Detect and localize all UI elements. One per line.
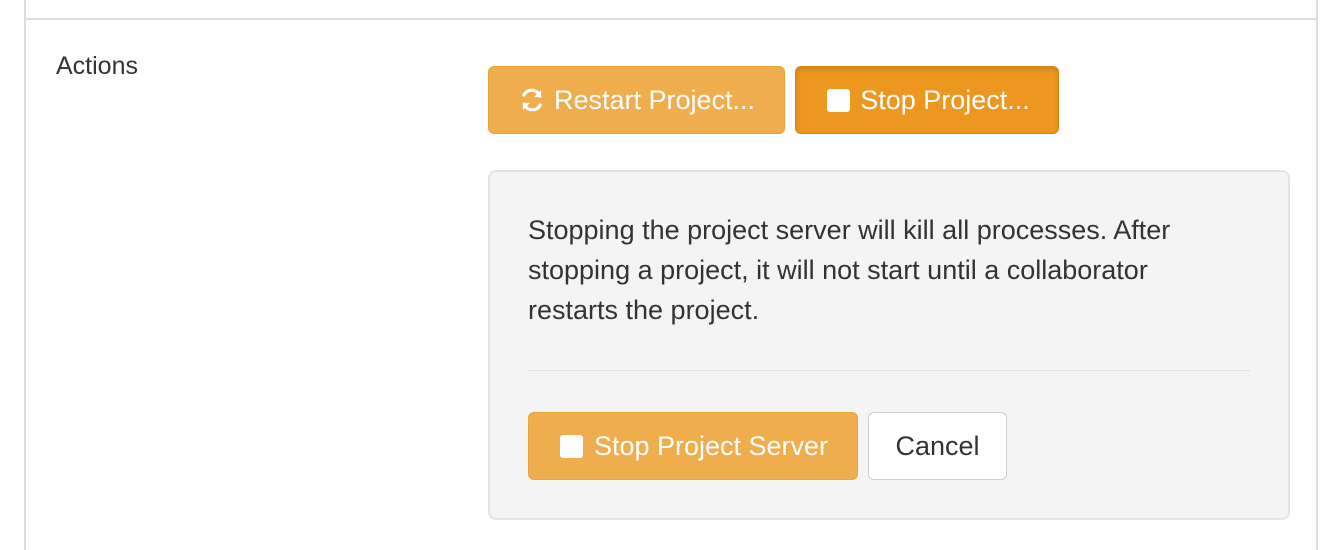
refresh-icon [518,86,546,114]
restart-project-label: Restart Project... [553,84,756,115]
restart-project-button[interactable]: Restart Project... [488,66,785,134]
stop-project-server-button[interactable]: Stop Project Server [528,412,858,480]
stop-project-button[interactable]: Stop Project... [795,66,1059,134]
cancel-label: Cancel [895,430,980,461]
stop-project-server-label: Stop Project Server [593,430,829,461]
cancel-button[interactable]: Cancel [868,412,1007,480]
panel-divider [26,18,1316,20]
settings-panel: Actions Restart Project... Stop Project.… [24,0,1318,550]
stop-icon [558,432,586,460]
confirmation-divider [528,370,1250,371]
stop-confirmation-well: Stopping the project server will kill al… [488,170,1290,520]
stop-icon [824,86,852,114]
stop-project-label: Stop Project... [860,84,1030,115]
stop-warning-message: Stopping the project server will kill al… [528,215,1171,325]
actions-section-label: Actions [56,52,138,80]
